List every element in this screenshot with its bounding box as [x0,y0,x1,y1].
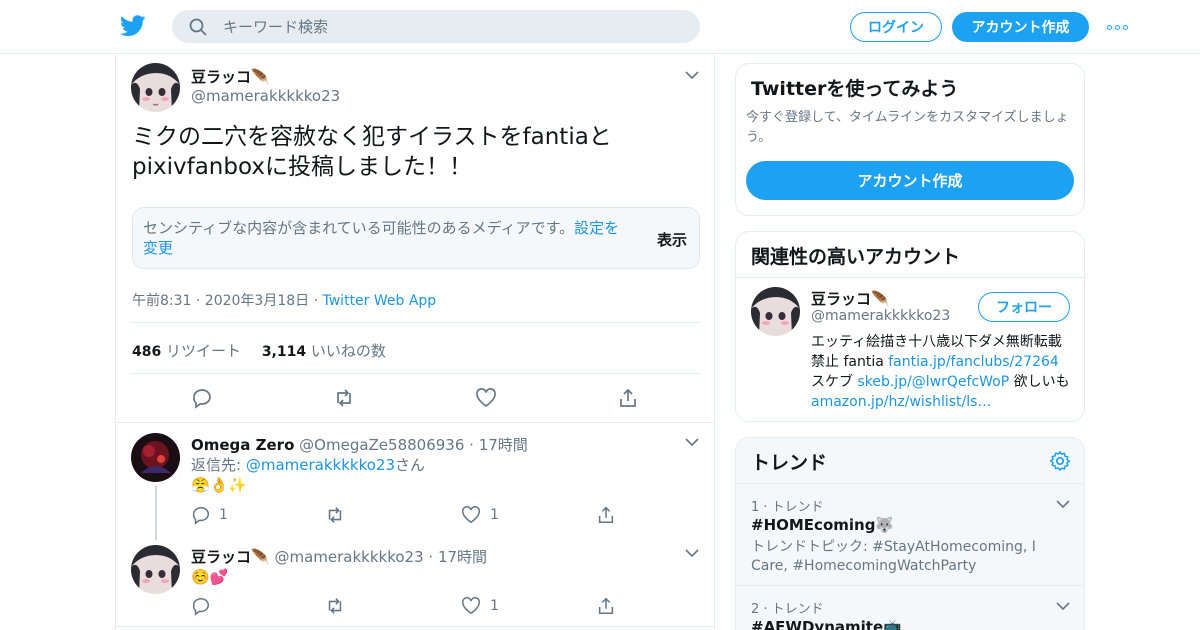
signup-card-subtitle: 今すぐ登録して、タイムラインをカスタマイズしましょう。 [746,110,1069,145]
trends-card: トレンド 1 · トレンド #HOMEcoming🐺 トレンドトピック: #St… [735,437,1085,630]
heart-icon[interactable] [461,596,481,616]
trends-title: トレンド [751,452,828,474]
reply-to-line: 返信先: @mamerakkkkko23さん [191,456,426,474]
reply-author-line: Omega Zero @OmegaZe58806936 · 17時間 [191,436,528,454]
main-timeline-column: 豆ラッコ🪶 @mamerakkkkko23 ミクの二穴を容赦なく犯すイラストをf… [115,54,715,630]
tweet-timestamp[interactable]: 午前8:31 · 2020年3月18日 [132,293,309,309]
bio-link[interactable]: skeb.jp/@lwrQefcWoP [857,374,1009,390]
divider [130,373,700,374]
divider [736,277,1084,278]
sensitive-media-notice: センシティブな内容が含まれている可能性のあるメディアです。設定を変更 表示 [132,207,700,269]
retweet-icon[interactable] [325,596,345,616]
chevron-down-icon[interactable] [1056,499,1070,509]
retweet-icon[interactable] [333,387,355,409]
chevron-down-icon[interactable] [685,437,699,447]
related-accounts-title: 関連性の高いアカウント [751,246,961,268]
reply-icon[interactable] [191,596,211,616]
signup-card: Twitterを使ってみよう 今すぐ登録して、タイムラインをカスタマイズしましょ… [735,63,1085,216]
reply-author-name[interactable]: Omega Zero [191,436,294,454]
heart-icon[interactable] [475,387,497,409]
search-icon [189,18,207,35]
reply-author-line: 豆ラッコ🪶 @mamerakkkkko23 · 17時間 [191,548,488,566]
reply-timestamp[interactable]: 17時間 [479,436,528,454]
bio-link[interactable]: fantia.jp/fanclubs/27264 [888,354,1059,370]
search-input[interactable] [223,17,663,36]
signup-card-button[interactable]: アカウント作成 [746,161,1074,200]
reply-count: 1 [219,507,228,523]
like-count: 1 [490,598,499,614]
reply-author-handle[interactable]: @mamerakkkkko23 [274,548,423,566]
thread-connector-line [155,486,157,540]
share-icon[interactable] [617,387,639,409]
divider [736,483,1084,484]
divider [116,626,714,627]
like-stat[interactable]: 3,114 いいねの数 [262,342,386,360]
chevron-down-icon[interactable] [685,548,699,558]
related-account-name[interactable]: 豆ラッコ🪶 [811,288,890,309]
reply-to-link[interactable]: @mamerakkkkko23 [246,456,395,474]
trend-rank: 1 · トレンド [751,500,824,515]
tweet-stats: 486 リツイート 3,114 いいねの数 [132,340,386,361]
more-options-icon[interactable] [1107,19,1131,35]
share-icon[interactable] [596,505,616,525]
chevron-down-icon[interactable] [1056,601,1070,611]
twitter-bird-logo-icon[interactable] [120,14,146,38]
author-avatar[interactable] [131,63,180,112]
search-box[interactable] [172,10,700,43]
related-accounts-card: 関連性の高いアカウント 豆ラッコ🪶 @mamerakkkkko23 フォロー エ… [735,231,1085,422]
trend-rank: 2 · トレンド [751,602,824,617]
retweet-stat[interactable]: 486 リツイート [132,342,241,360]
author-name[interactable]: 豆ラッコ🪶 [191,66,270,87]
reply-avatar[interactable] [131,545,180,594]
signup-card-title: Twitterを使ってみよう [751,78,959,100]
follow-button[interactable]: フォロー [978,292,1070,322]
heart-icon[interactable] [461,505,481,525]
sensitive-media-message: センシティブな内容が含まれている可能性のあるメディアです。設定を変更 [143,219,620,257]
related-account-bio: エッティ絵描き十八歳以下ダメ無断転載禁止 fantia fantia.jp/fa… [811,334,1070,410]
trend-hashtag[interactable]: #AEWDynamite📺 [751,618,902,630]
reply-timestamp[interactable]: 17時間 [438,548,487,566]
top-navigation-bar: ログイン アカウント作成 [0,0,1200,54]
author-handle[interactable]: @mamerakkkkko23 [191,87,340,105]
like-count: 1 [490,507,499,523]
reply-text: ☺️💕 [191,568,229,586]
share-icon[interactable] [596,596,616,616]
related-account-handle[interactable]: @mamerakkkkko23 [811,308,950,324]
divider [736,585,1084,586]
retweet-icon[interactable] [325,505,345,525]
reply-avatar[interactable] [131,433,180,482]
login-button[interactable]: ログイン [850,12,942,42]
tweet-metadata: 午前8:31 · 2020年3月18日 · Twitter Web App [132,293,437,309]
trend-hashtag[interactable]: #HOMEcoming🐺 [751,516,894,534]
divider [116,422,714,423]
trend-description: トレンドトピック: #StayAtHomecoming, I Care, #Ho… [751,539,1036,574]
show-media-button[interactable]: 表示 [657,229,687,250]
reply-icon[interactable] [191,505,211,525]
divider [130,322,700,323]
tweet-text: ミクの二穴を容赦なく犯すイラストをfantiaとpixivfanboxに投稿しま… [132,124,612,180]
reply-icon[interactable] [191,387,213,409]
reply-author-handle[interactable]: @OmegaZe58806936 [299,436,464,454]
tweet-source-link[interactable]: Twitter Web App [323,293,437,309]
bio-link[interactable]: amazon.jp/hz/wishlist/ls… [811,394,991,410]
reply-author-name[interactable]: 豆ラッコ🪶 [191,548,270,566]
signup-button[interactable]: アカウント作成 [952,12,1089,42]
chevron-down-icon[interactable] [685,70,699,80]
related-account-avatar[interactable] [751,287,800,336]
gear-icon[interactable] [1049,450,1071,472]
reply-text: 😤👌✨ [191,476,248,494]
